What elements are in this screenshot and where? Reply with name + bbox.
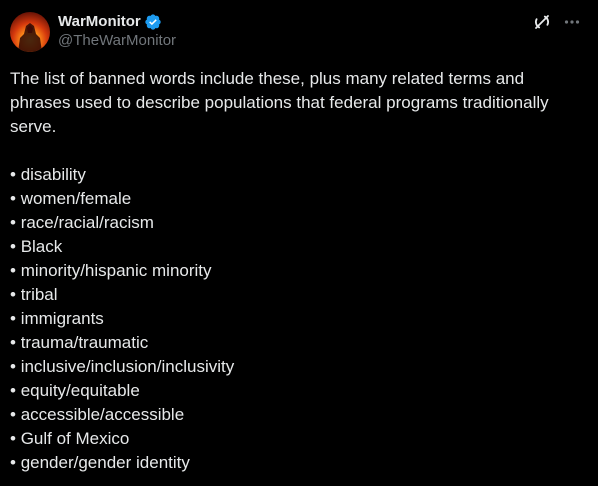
- list-item: tribal: [10, 283, 576, 307]
- list-item: accessible/accessible: [10, 403, 576, 427]
- list-item: inclusive/inclusion/inclusivity: [10, 355, 576, 379]
- list-item: gender/gender identity: [10, 451, 576, 475]
- name-row: WarMonitor: [58, 12, 176, 31]
- list-item: Black: [10, 235, 576, 259]
- banned-words-list: disability women/female race/racial/raci…: [10, 163, 576, 475]
- tweet-actions: [532, 12, 582, 32]
- list-item: disability: [10, 163, 576, 187]
- author-handle[interactable]: @TheWarMonitor: [58, 31, 176, 50]
- list-item: women/female: [10, 187, 576, 211]
- tweet-text: The list of banned words include these, …: [10, 67, 582, 475]
- list-item: minority/hispanic minority: [10, 259, 576, 283]
- list-item: trauma/traumatic: [10, 331, 576, 355]
- tweet: WarMonitor @TheWarMonitor The list of ba…: [0, 0, 598, 486]
- list-item: race/racial/racism: [10, 211, 576, 235]
- tweet-intro: The list of banned words include these, …: [10, 69, 549, 136]
- avatar[interactable]: [10, 12, 50, 52]
- list-item: Gulf of Mexico: [10, 427, 576, 451]
- author-names: WarMonitor @TheWarMonitor: [58, 12, 176, 50]
- list-item: equity/equitable: [10, 379, 576, 403]
- avatar-image: [18, 23, 42, 52]
- list-item: immigrants: [10, 307, 576, 331]
- display-name[interactable]: WarMonitor: [58, 12, 141, 31]
- grok-icon[interactable]: [532, 12, 552, 32]
- verified-badge-icon[interactable]: [144, 13, 162, 31]
- more-icon[interactable]: [562, 12, 582, 32]
- tweet-header: WarMonitor @TheWarMonitor: [10, 12, 582, 52]
